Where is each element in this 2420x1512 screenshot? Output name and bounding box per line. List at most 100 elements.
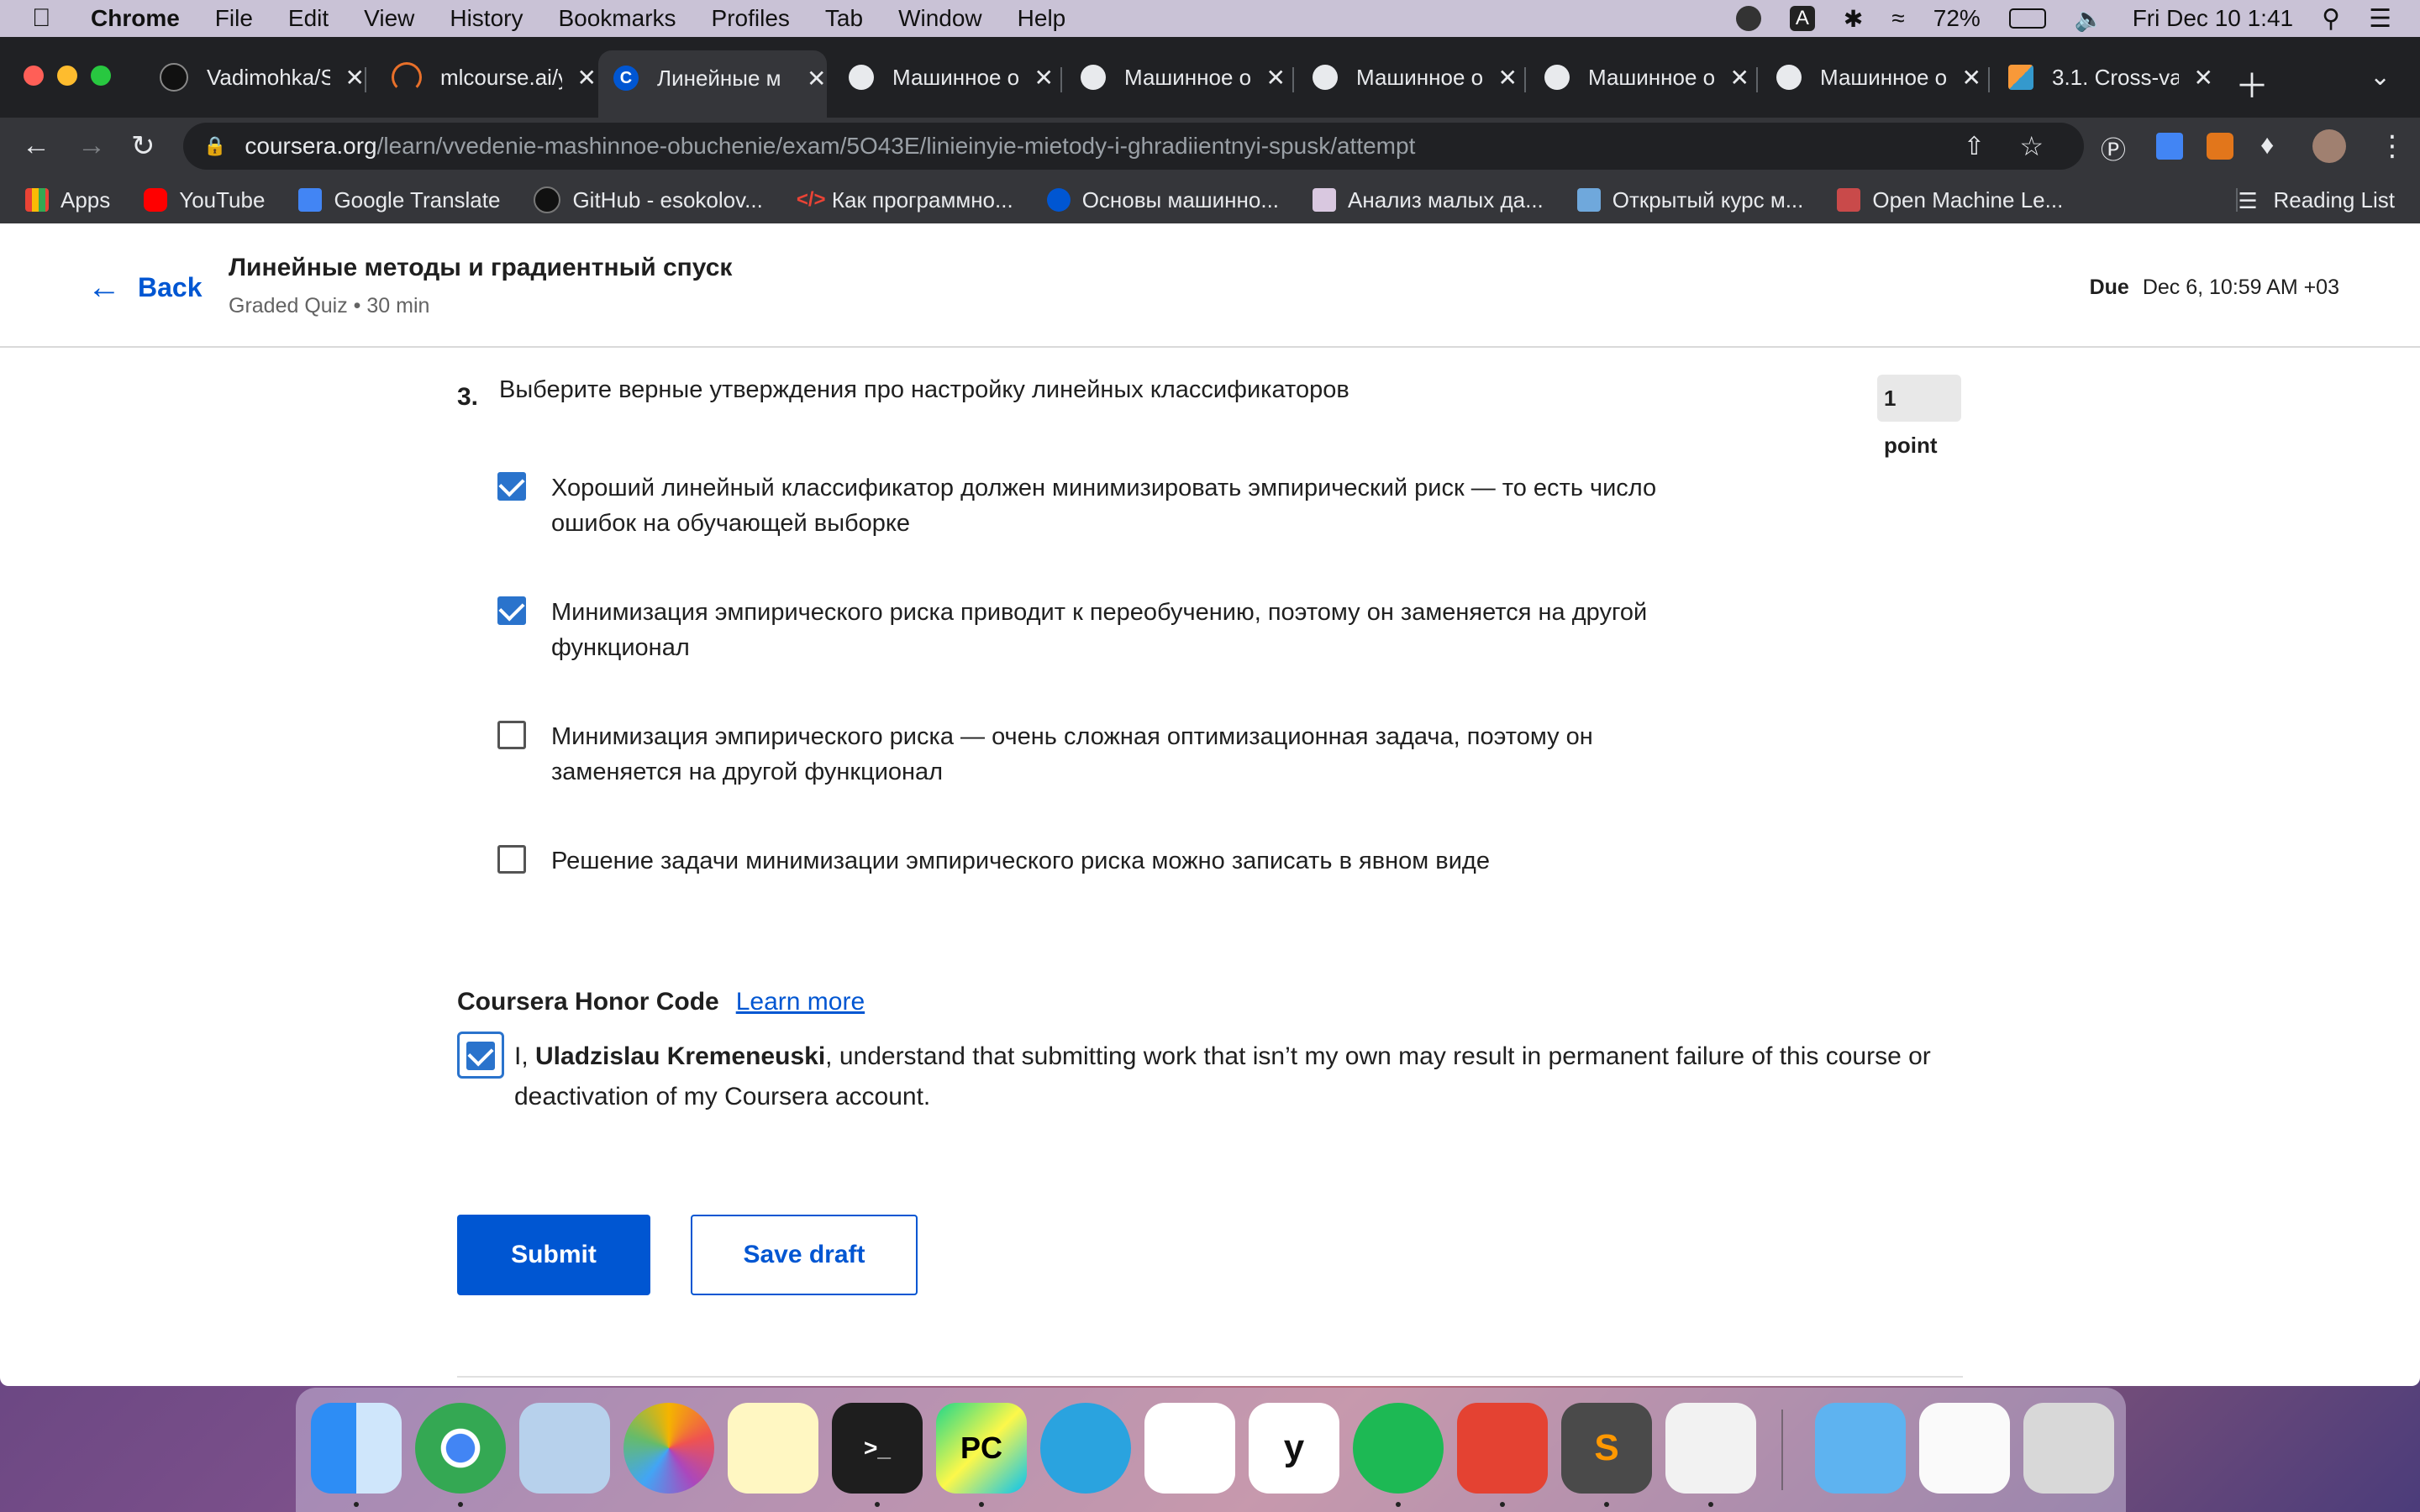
- tab-6[interactable]: Машинное о ✕: [1297, 50, 1518, 104]
- close-tab-icon[interactable]: ✕: [1034, 64, 1054, 92]
- menu-history[interactable]: History: [450, 5, 523, 32]
- bookmark-star-icon[interactable]: ☆: [2019, 130, 2044, 162]
- bookmark-youtube[interactable]: YouTube: [144, 187, 265, 213]
- close-tab-icon[interactable]: ✕: [1962, 64, 1981, 92]
- google-translate-extension-icon[interactable]: [2156, 133, 2183, 160]
- bluetooth-icon[interactable]: ✱: [1844, 5, 1863, 33]
- tab-3-active[interactable]: C Линейные м ✕: [598, 50, 827, 118]
- back-nav-icon[interactable]: ←: [22, 129, 50, 162]
- honor-code-checkbox[interactable]: [457, 1032, 504, 1079]
- mail-icon[interactable]: [519, 1403, 610, 1494]
- bookmark-open-machine-learning[interactable]: Open Machine Le...: [1837, 187, 2063, 213]
- tab-search-chevron-icon[interactable]: ⌄: [2370, 62, 2391, 92]
- share-icon[interactable]: ⇧: [1964, 132, 1985, 161]
- close-tab-icon[interactable]: ✕: [2194, 64, 2213, 92]
- bookmark-github[interactable]: GitHub - esokolov...: [534, 186, 763, 213]
- menu-window[interactable]: Window: [898, 5, 982, 32]
- answer-checkbox-1[interactable]: [497, 472, 526, 501]
- terminal-icon[interactable]: >_: [832, 1403, 923, 1494]
- bookmark-analysis[interactable]: Анализ малых да...: [1313, 187, 1544, 213]
- bookmark-google-translate[interactable]: Google Translate: [298, 187, 500, 213]
- google-translate-icon: [298, 188, 323, 212]
- todoist-icon[interactable]: [1457, 1403, 1548, 1494]
- finder-icon[interactable]: [311, 1403, 402, 1494]
- reload-icon[interactable]: ↻: [131, 129, 155, 163]
- tab-8[interactable]: Машинное о ✕: [1761, 50, 1981, 104]
- close-tab-icon[interactable]: ✕: [577, 64, 597, 92]
- lock-icon[interactable]: 🔒: [203, 135, 226, 157]
- menu-help[interactable]: Help: [1018, 5, 1066, 32]
- menu-file[interactable]: File: [215, 5, 253, 32]
- zoom-window-icon[interactable]: [91, 66, 111, 86]
- save-draft-button[interactable]: Save draft: [691, 1215, 918, 1295]
- menu-view[interactable]: View: [364, 5, 414, 32]
- tab-4[interactable]: Машинное о ✕: [834, 50, 1054, 104]
- bookmark-open-course[interactable]: Открытый курс м...: [1576, 187, 1803, 213]
- bookmark-coursera[interactable]: Основы машинно...: [1046, 187, 1279, 213]
- chrome-menu-icon[interactable]: ⋮: [2378, 129, 2407, 163]
- tab-1[interactable]: Vadimohka/S ✕: [145, 50, 365, 104]
- tab-2[interactable]: mlcourse.ai/y ✕: [376, 50, 597, 104]
- bookmark-label: Apps: [60, 186, 111, 213]
- chrome-icon[interactable]: [415, 1403, 506, 1494]
- close-tab-icon[interactable]: ✕: [345, 64, 365, 92]
- folder-icon[interactable]: [1815, 1403, 1906, 1494]
- wifi-icon[interactable]: ≈: [1891, 5, 1904, 32]
- minimize-window-icon[interactable]: [57, 66, 77, 86]
- menu-edit[interactable]: Edit: [288, 5, 329, 32]
- answer-option-4[interactable]: Решение задачи минимизации эмпирического…: [497, 843, 1716, 879]
- profile-avatar[interactable]: [2312, 129, 2346, 163]
- sublime-icon[interactable]: S: [1561, 1403, 1652, 1494]
- menu-tab[interactable]: Tab: [825, 5, 863, 32]
- textedit-icon[interactable]: [1665, 1403, 1756, 1494]
- telegram-icon[interactable]: [1040, 1403, 1131, 1494]
- apple-menu-icon[interactable]: : [32, 4, 66, 33]
- document-icon[interactable]: [1919, 1403, 2010, 1494]
- close-window-icon[interactable]: [24, 66, 44, 86]
- volume-icon[interactable]: 🔈: [2075, 5, 2104, 33]
- photos-icon[interactable]: [623, 1403, 714, 1494]
- close-tab-icon[interactable]: ✕: [807, 65, 826, 92]
- answer-option-1[interactable]: Хороший линейный классификатор должен ми…: [497, 470, 1716, 541]
- back-link[interactable]: ← Back: [87, 269, 203, 307]
- menu-app[interactable]: Chrome: [91, 5, 180, 32]
- reading-list[interactable]: ☰ Reading List: [2236, 187, 2395, 213]
- control-center-icon[interactable]: ☰: [2369, 4, 2391, 34]
- tab-title: Машинное о: [1588, 64, 1715, 90]
- tab-7[interactable]: Машинное о ✕: [1529, 50, 1749, 104]
- bookmark-apps[interactable]: Apps: [25, 187, 110, 213]
- close-tab-icon[interactable]: ✕: [1266, 64, 1286, 92]
- input-source-icon[interactable]: A: [1789, 6, 1815, 31]
- answer-checkbox-3[interactable]: [497, 721, 526, 749]
- trash-icon[interactable]: [2023, 1403, 2114, 1494]
- close-tab-icon[interactable]: ✕: [1498, 64, 1518, 92]
- new-tab-icon[interactable]: ＋: [2235, 59, 2269, 108]
- extensions-puzzle-icon[interactable]: ♦: [2260, 129, 2274, 160]
- slack-icon[interactable]: [1144, 1403, 1235, 1494]
- answer-checkbox-2[interactable]: [497, 596, 526, 625]
- answer-checkbox-4[interactable]: [497, 845, 526, 874]
- menu-profiles[interactable]: Profiles: [712, 5, 790, 32]
- learn-more-link[interactable]: Learn more: [736, 988, 865, 1016]
- bookmark-code[interactable]: </> Как программно...: [797, 187, 1013, 213]
- metamask-icon[interactable]: [2207, 133, 2233, 160]
- clock[interactable]: Fri Dec 10 1:41: [2133, 5, 2293, 32]
- submit-button[interactable]: Submit: [457, 1215, 650, 1295]
- battery-icon[interactable]: [2008, 8, 2046, 29]
- notes-icon[interactable]: [728, 1403, 818, 1494]
- address-bar[interactable]: 🔒 coursera.org/learn/vvedenie-mashinnoe-…: [183, 123, 2084, 170]
- menu-bookmarks[interactable]: Bookmarks: [558, 5, 676, 32]
- spotlight-icon[interactable]: ⚲: [2322, 4, 2340, 34]
- tab-9[interactable]: 3.1. Cross-va ✕: [1993, 50, 2213, 104]
- extension-w-icon[interactable]: Ⓟ: [2101, 129, 2126, 166]
- spotify-icon[interactable]: [1353, 1403, 1444, 1494]
- tab-5[interactable]: Машинное о ✕: [1065, 50, 1286, 104]
- tab-title: Машинное о: [1356, 64, 1483, 90]
- close-tab-icon[interactable]: ✕: [1730, 64, 1749, 92]
- answer-option-3[interactable]: Минимизация эмпирического риска — очень …: [497, 719, 1716, 790]
- pycharm-icon[interactable]: PC: [936, 1403, 1027, 1494]
- answer-option-2[interactable]: Минимизация эмпирического риска приводит…: [497, 595, 1716, 665]
- creative-cloud-icon[interactable]: [1735, 6, 1761, 31]
- yandex-icon[interactable]: y: [1249, 1403, 1339, 1494]
- forward-nav-icon[interactable]: →: [77, 129, 106, 162]
